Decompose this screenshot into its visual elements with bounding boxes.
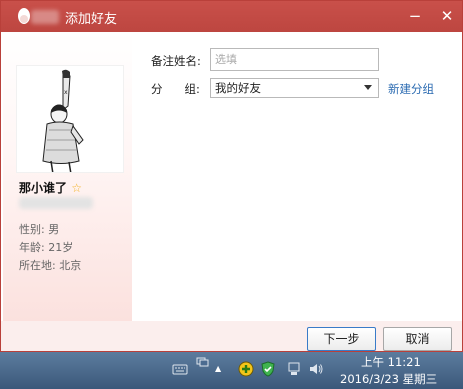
- blurred-account-id: [19, 197, 93, 209]
- nickname: 那小谁了 ☆: [19, 179, 82, 196]
- clock-time[interactable]: 上午 11:21: [361, 354, 421, 370]
- group-selected-value: 我的好友: [215, 81, 261, 95]
- minimize-icon: −: [408, 7, 422, 25]
- svg-text:x: x: [64, 89, 68, 96]
- title-bar[interactable]: 添加好友 − ✕: [1, 1, 462, 32]
- security-shield-icon[interactable]: [260, 361, 276, 377]
- star-icon: ☆: [71, 181, 82, 195]
- nickname-text: 那小谁了: [19, 181, 68, 195]
- profile-panel: x 那小谁了 ☆ 性别: 男 年龄: 21岁 所在地: 北京: [3, 32, 132, 321]
- dialog-footer: 下一步 取消: [1, 321, 462, 351]
- add-circle-icon[interactable]: [238, 361, 254, 377]
- network-icon[interactable]: [286, 361, 302, 377]
- close-icon: ✕: [440, 7, 454, 25]
- close-button[interactable]: ✕: [437, 6, 457, 26]
- gender-info: 性别: 男: [19, 223, 60, 236]
- keyboard-icon[interactable]: [172, 361, 188, 377]
- group-label-left: 分: [151, 82, 163, 96]
- avatar[interactable]: x: [16, 65, 124, 173]
- add-friend-dialog: 添加好友 − ✕ x 那小谁了 ☆ 性别: 男 年龄: 21岁 所在地: 北京 …: [0, 0, 463, 352]
- dialog-content: x 那小谁了 ☆ 性别: 男 年龄: 21岁 所在地: 北京 备注姓名: 选填 …: [1, 32, 462, 321]
- minimize-button[interactable]: −: [405, 6, 425, 26]
- volume-icon[interactable]: [308, 361, 324, 377]
- cancel-button[interactable]: 取消: [383, 327, 452, 351]
- group-select[interactable]: 我的好友: [210, 78, 379, 98]
- blurred-title-area: [31, 10, 59, 24]
- age-info: 年龄: 21岁: [19, 241, 74, 254]
- group-label: 分 组:: [151, 81, 200, 97]
- new-group-link[interactable]: 新建分组: [388, 81, 434, 97]
- show-hidden-icons-icon[interactable]: ▲: [215, 364, 221, 373]
- chevron-down-icon: [364, 85, 372, 90]
- remark-label: 备注姓名:: [151, 54, 201, 68]
- window-switch-icon[interactable]: [194, 356, 210, 372]
- remark-name-input[interactable]: [210, 48, 379, 71]
- window-title: 添加好友: [65, 12, 118, 27]
- group-label-right: 组:: [184, 82, 200, 96]
- avatar-sketch-image: x: [17, 66, 123, 172]
- clock-date[interactable]: 2016/3/23 星期三: [340, 371, 437, 387]
- next-button[interactable]: 下一步: [307, 327, 376, 351]
- location-info: 所在地: 北京: [19, 259, 82, 272]
- taskbar: ▲ 上午 11:21 2016/3/23 星期三: [0, 352, 463, 389]
